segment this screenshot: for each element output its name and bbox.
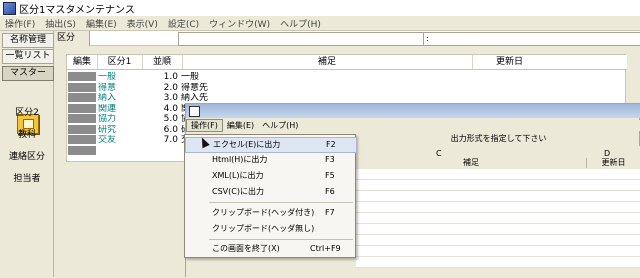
row-order-cell[interactable]: 3.0 [142,93,178,103]
column-letter-d: D [604,149,611,158]
row-edit-cell[interactable] [68,93,96,102]
nav-item-kyouka[interactable]: 教科 [2,124,52,146]
menu-clipboard-with-header[interactable]: クリップボード(ヘッダ付き) F7 [185,206,355,220]
menu-export-html[interactable]: Html(H)に出力 F3 [185,153,355,167]
submenu-help[interactable]: ヘルプ(H) [258,120,302,131]
title-bar: 区分1マスタメンテナンス [0,0,640,16]
row-code-cell[interactable]: 得意 [97,83,142,93]
filter-input[interactable] [178,32,425,46]
nav-button-master[interactable]: マスター [2,66,54,81]
left-nav: 名称管理 一覧リスト マスター 区分2 教科 連絡区分 担当者 [0,31,54,277]
menu-item-settings[interactable]: 設定(C) [163,17,204,30]
table-row[interactable]: 得意 2.0 得意先 [67,82,627,93]
row-code-cell[interactable]: 関連 [97,104,142,114]
row-edit-cell[interactable] [68,72,96,81]
menu-item-help[interactable]: ヘルプ(H) [275,17,326,30]
preview-row [356,202,640,213]
row-order-cell[interactable]: 5.0 [142,114,178,124]
preview-row [356,213,640,224]
menu-item-view[interactable]: 表示(V) [122,17,163,30]
menu-close-screen[interactable]: この画面を終了(X) Ctrl+F9 [185,242,355,256]
grid-header: 編集 区分1 並順 補足 更新日 [67,55,627,70]
output-format-prompt: 出力形式を指定して下さい [450,134,547,143]
row-code-cell[interactable]: 交友 [97,135,142,145]
row-code-cell[interactable]: 協力 [97,114,142,124]
preview-row [356,191,640,202]
row-edit-cell[interactable] [68,82,96,92]
menu-item-extract[interactable]: 抽出(S) [40,17,81,30]
menu-separator [209,202,353,203]
row-order-cell[interactable]: 1.0 [142,72,178,82]
preview-row [356,235,640,246]
menu-item-window[interactable]: ウィンドウ(W) [204,17,275,30]
row-order-cell[interactable]: 7.0 [142,135,178,145]
col-header-edit[interactable]: 編集 [67,55,98,69]
row-code-cell[interactable]: 納入 [97,93,142,103]
output-window-menu: 操作(F) 編集(E) ヘルプ(H) [186,119,640,132]
row-name-cell[interactable]: 納入先 [181,93,281,103]
window-icon [189,106,200,117]
row-name-cell[interactable]: 得意先 [181,83,281,93]
table-row[interactable]: 納入 3.0 納入先 [67,93,627,103]
app-title: 区分1マスタメンテナンス [19,4,135,16]
filter-label: 区分 [55,31,90,46]
row-name-cell[interactable]: 一般 [181,72,281,82]
menu-export-xml[interactable]: XML(L)に出力 F5 [185,169,355,183]
app-icon [3,1,16,15]
menu-item-operation[interactable]: 操作(F) [0,17,40,30]
menu-item-edit[interactable]: 編集(E) [81,17,122,30]
row-code-cell[interactable]: 研究 [97,125,142,135]
row-edit-cell[interactable] [68,135,96,144]
row-edit-cell[interactable] [68,124,96,134]
nav-item-renraku[interactable]: 連絡区分 [2,146,52,168]
col-header-order[interactable]: 並順 [142,55,183,69]
submenu-operation[interactable]: 操作(F) [186,119,223,132]
preview-row [356,246,640,257]
menu-export-csv[interactable]: CSV(C)に出力 F6 [185,185,355,199]
filter-row: 区分 : [55,31,640,46]
nav-item-tanto[interactable]: 担当者 [2,168,52,190]
preview-header-remarks: 補足 [356,158,587,168]
table-row[interactable]: 一般 1.0 一般 [67,72,627,82]
preview-row [356,180,640,191]
submenu-edit[interactable]: 編集(E) [223,120,258,131]
row-edit-cell[interactable] [68,145,96,155]
menu-bar: 操作(F) 抽出(S) 編集(E) 表示(V) 設定(C) ウィンドウ(W) ヘ… [0,16,640,31]
menu-export-excel[interactable]: エクセル(E)に出力 F2 [185,137,357,153]
nav-item-kubun2[interactable]: 区分2 [2,102,52,124]
col-header-remarks[interactable]: 補足 [182,55,473,69]
output-window-title-bar [186,104,640,118]
column-letter-c: C [436,149,442,158]
menu-separator [209,239,353,240]
operation-dropdown-menu: エクセル(E)に出力 F2 Html(H)に出力 F3 XML(L)に出力 F5 CS… [184,134,357,258]
col-header-code[interactable]: 区分1 [97,55,143,69]
row-edit-cell[interactable] [68,103,96,113]
nav-button-list[interactable]: 一覧リスト [2,49,54,64]
row-order-cell[interactable]: 2.0 [142,83,178,93]
preview-header-updated: 更新日 [601,158,626,167]
row-order-cell[interactable]: 6.0 [142,125,178,135]
nav-button-admin[interactable]: 名称管理 [2,33,54,48]
filter-input-secondary[interactable]: : [423,32,640,46]
preview-row [356,224,640,235]
preview-row [356,169,640,180]
col-header-updated[interactable]: 更新日 [472,55,547,69]
preview-row [356,257,640,268]
menu-clipboard-no-header[interactable]: クリップボード(ヘッダ無し) [185,222,355,236]
row-edit-cell[interactable] [68,114,96,123]
row-order-cell[interactable]: 4.0 [142,104,178,114]
row-code-cell[interactable]: 一般 [97,72,142,82]
